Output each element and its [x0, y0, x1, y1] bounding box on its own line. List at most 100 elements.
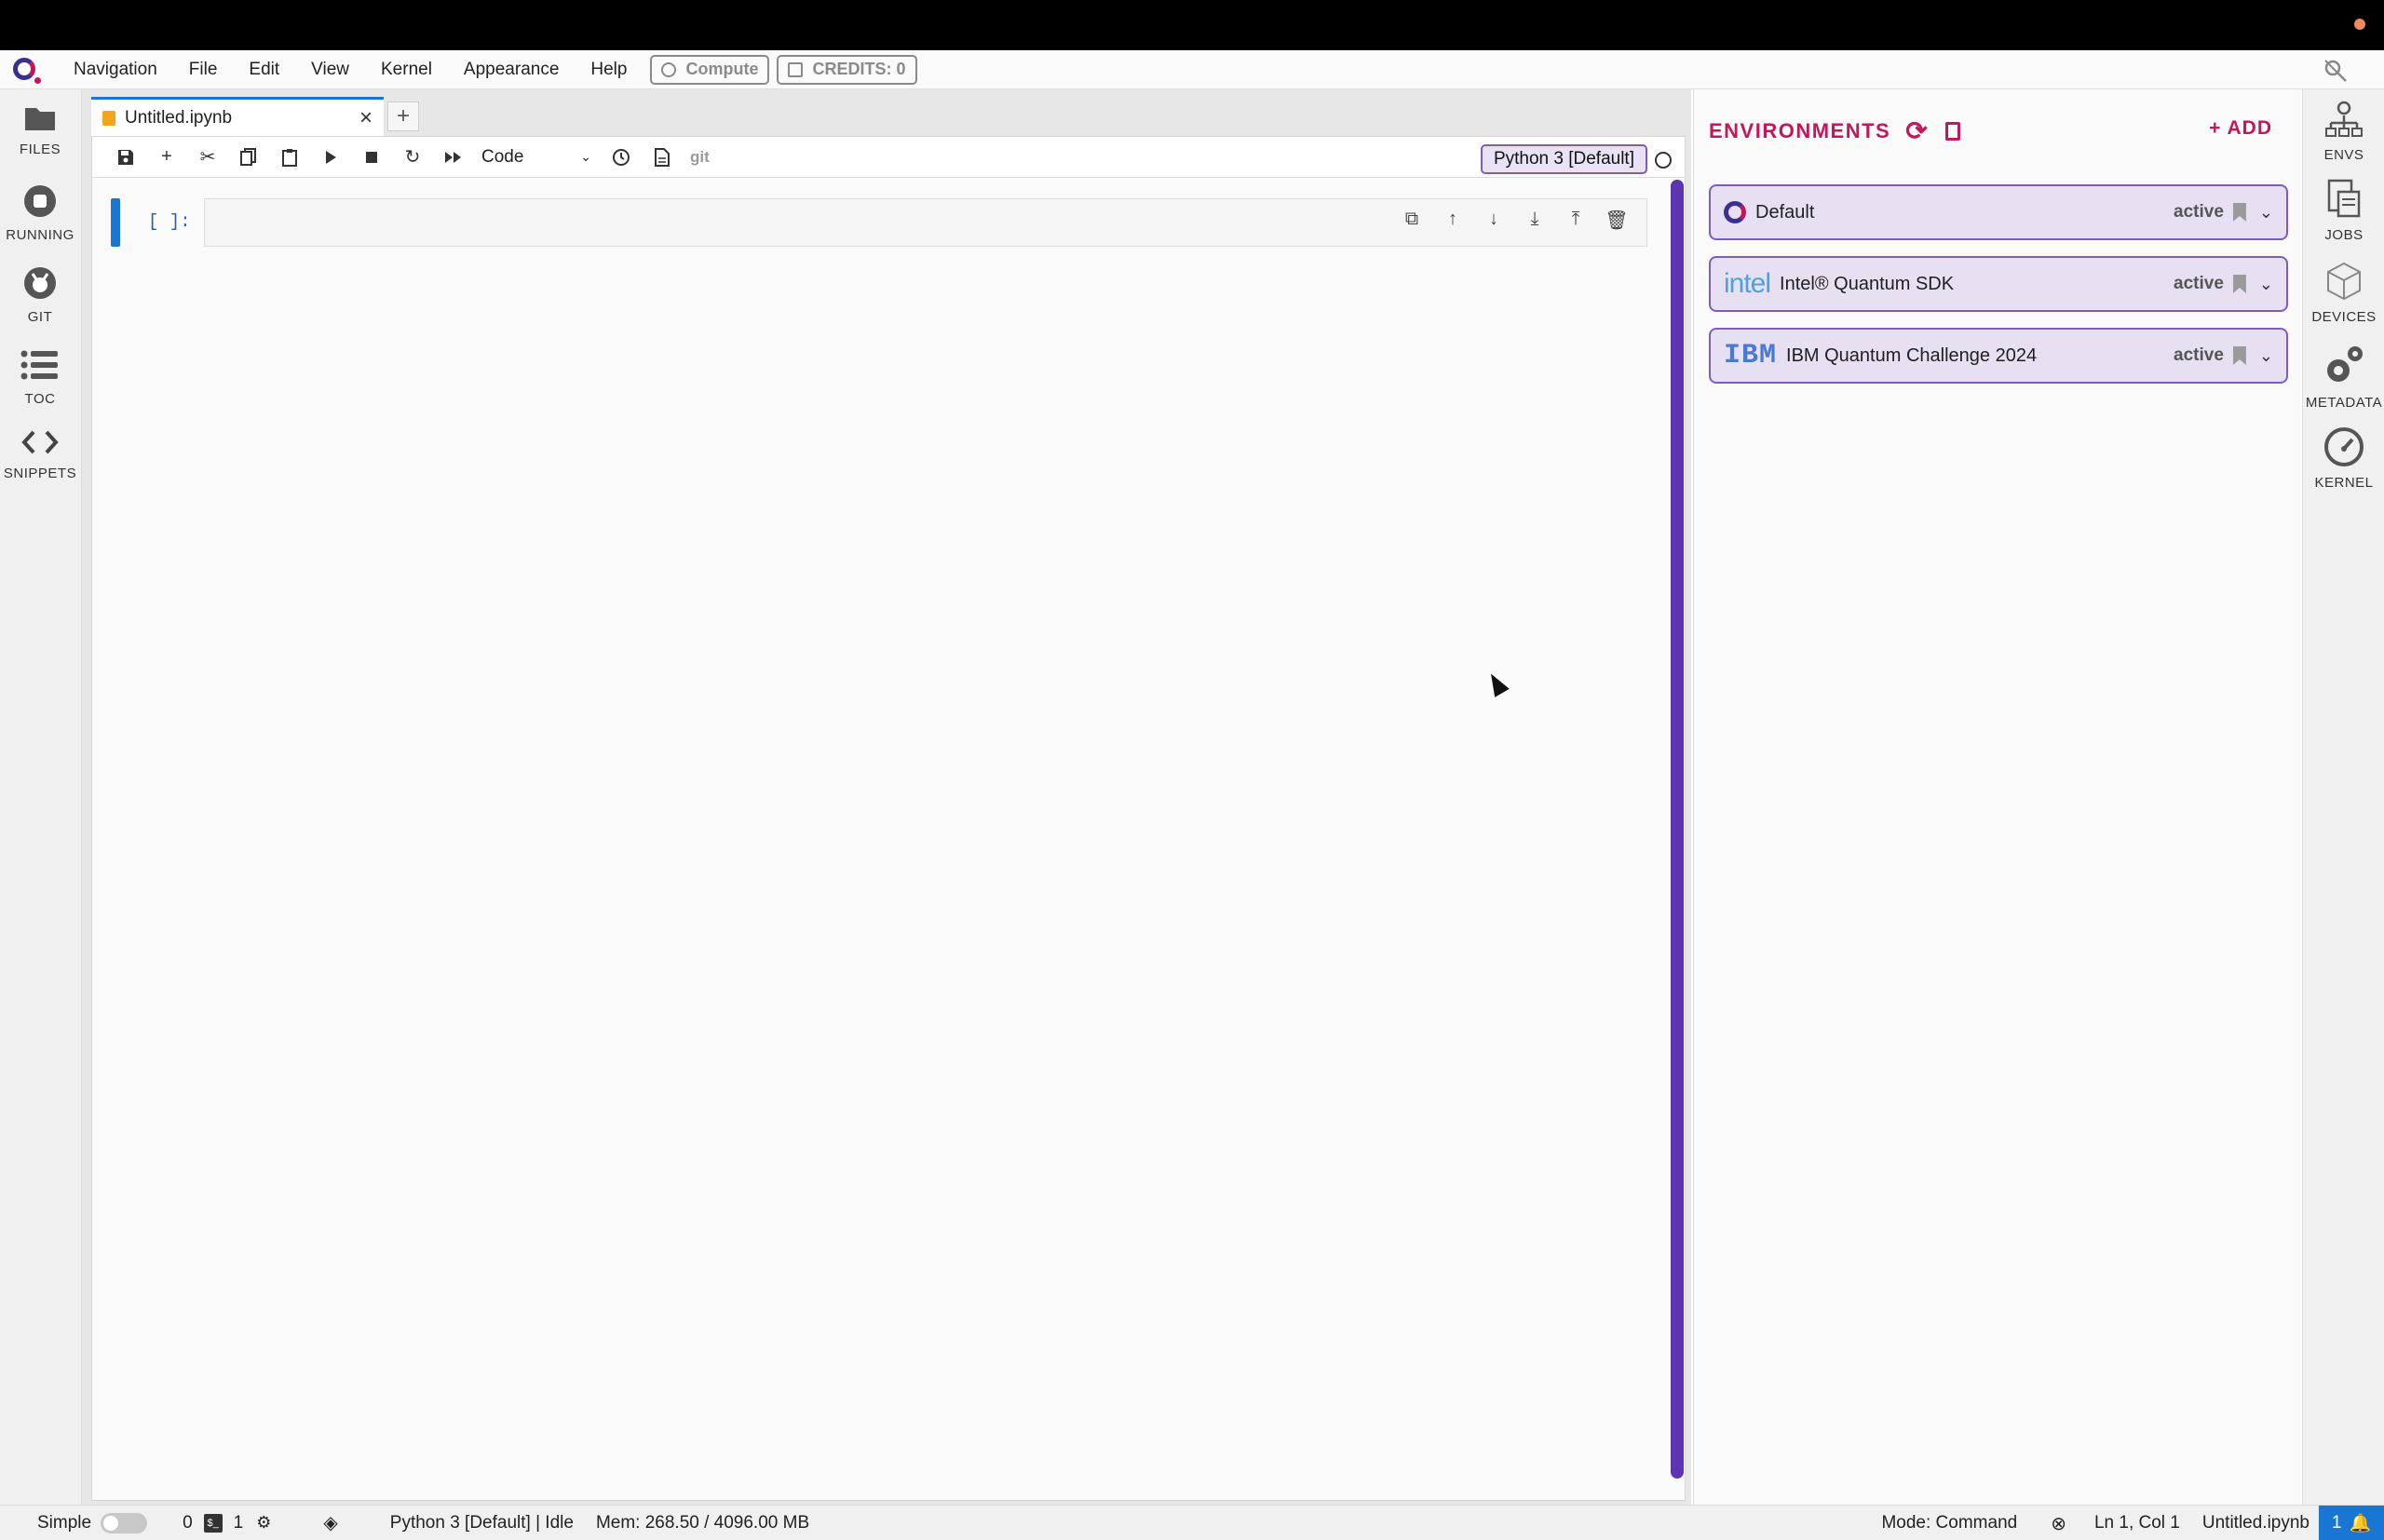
sidebar-item-envs[interactable]: ENVS — [2303, 99, 2384, 163]
sidebar-item-label: METADATA — [2305, 395, 2383, 411]
paste-icon[interactable] — [269, 139, 310, 176]
sidebar-item-kernel[interactable]: KERNEL — [2303, 426, 2384, 491]
environments-panel: ENVIRONMENTS ⟳ + ADD Default active ⌄ in… — [1693, 89, 2300, 1505]
notebook-icon — [102, 110, 115, 126]
credits-value: 0 — [896, 60, 906, 78]
terminal-count[interactable]: 0 — [183, 1513, 193, 1533]
menu-help[interactable]: Help — [575, 50, 643, 89]
envs-icon — [2325, 101, 2363, 137]
folder-icon — [25, 108, 55, 130]
fast-forward-icon[interactable] — [433, 139, 474, 176]
cell-type-select[interactable]: Code ⌄ — [481, 147, 601, 168]
credits-button[interactable]: CREDITS: 0 — [777, 54, 917, 85]
top-strip — [0, 0, 2384, 50]
bookmark-icon[interactable] — [2232, 346, 2246, 365]
sidebar-item-git[interactable]: GIT — [0, 266, 80, 325]
search-icon[interactable] — [2323, 58, 2349, 84]
git-branch-icon[interactable]: ◈ — [323, 1511, 337, 1534]
sidebar-item-snippets[interactable]: SNIPPETS — [0, 428, 80, 481]
compute-button[interactable]: Compute — [650, 54, 770, 85]
tab-untitled-notebook[interactable]: Untitled.ipynb × — [91, 97, 384, 136]
add-environment-button[interactable]: + ADD — [2209, 117, 2272, 140]
sidebar-item-jobs[interactable]: JOBS — [2303, 179, 2384, 243]
move-up-icon[interactable]: ↑ — [1432, 209, 1473, 232]
menu-kernel[interactable]: Kernel — [365, 50, 448, 89]
cube-icon — [2327, 262, 2361, 301]
environment-status: active — [2174, 345, 2224, 365]
environment-card-intel[interactable]: intel Intel® Quantum SDK active ⌄ — [1709, 256, 2288, 312]
insert-below-icon[interactable]: ⤓ — [1514, 209, 1555, 232]
close-icon[interactable]: × — [359, 105, 372, 131]
qbraid-logo-icon — [1724, 201, 1746, 223]
compute-label: Compute — [685, 60, 759, 78]
sidebar-item-label: SNIPPETS — [3, 466, 77, 481]
chevron-down-icon[interactable]: ⌄ — [2259, 275, 2273, 294]
restart-icon[interactable]: ↻ — [392, 139, 433, 176]
code-cell[interactable]: [ ]: ⧉ ↑ ↓ ⤓ ⤒ 🗑 — [111, 198, 1657, 247]
move-down-icon[interactable]: ↓ — [1473, 209, 1514, 232]
stop-circle-icon — [24, 185, 56, 217]
notifications-button[interactable]: 1 🔔 — [2319, 1506, 2384, 1540]
insert-above-icon[interactable]: ⤒ — [1555, 209, 1596, 232]
cell-input[interactable]: ⧉ ↑ ↓ ⤓ ⤒ 🗑 — [204, 198, 1647, 247]
menu-appearance[interactable]: Appearance — [448, 50, 575, 89]
cut-icon[interactable]: ✂ — [187, 139, 228, 176]
menu-view[interactable]: View — [295, 50, 365, 89]
status-bar: Simple 0 $_ 1 ⚙ ◈ Python 3 [Default] | I… — [0, 1505, 2384, 1540]
menu-edit[interactable]: Edit — [233, 50, 295, 89]
cell-prompt: [ ]: — [148, 211, 191, 232]
left-sidebar: FILES RUNNING GIT TOC SNIPPETS — [0, 89, 82, 1505]
duplicate-cell-icon[interactable]: ⧉ — [1391, 209, 1432, 232]
clock-icon[interactable] — [601, 139, 642, 176]
status-bar-right: Mode: Command ⊗ Ln 1, Col 1 Untitled.ipy… — [1881, 1506, 2384, 1540]
vertical-scrollbar[interactable] — [1671, 180, 1684, 1479]
run-icon[interactable] — [310, 139, 351, 176]
simple-mode-toggle[interactable] — [101, 1512, 148, 1533]
refresh-icon[interactable]: ⟳ — [1905, 115, 1929, 146]
docs-icon[interactable] — [1945, 121, 1961, 141]
chevron-down-icon: ⌄ — [580, 149, 591, 164]
shield-icon[interactable]: ⊗ — [2051, 1512, 2066, 1535]
kernel-status-text[interactable]: Python 3 [Default] | Idle — [390, 1513, 574, 1533]
bell-icon: 🔔 — [2349, 1514, 2372, 1533]
bookmark-icon[interactable] — [2232, 275, 2246, 293]
sidebar-item-devices[interactable]: DEVICES — [2303, 261, 2384, 325]
kernel-select-button[interactable]: Python 3 [Default] — [1480, 144, 1647, 174]
bookmark-icon[interactable] — [2232, 203, 2246, 222]
recording-dot — [2354, 19, 2365, 30]
save-icon[interactable] — [105, 139, 146, 176]
sidebar-item-running[interactable]: RUNNING — [0, 184, 80, 243]
cell-actions: ⧉ ↑ ↓ ⤓ ⤒ 🗑 — [1391, 209, 1637, 232]
sidebar-item-toc[interactable]: TOC — [0, 348, 80, 407]
environment-card-default[interactable]: Default active ⌄ — [1709, 184, 2288, 240]
qbraid-logo-icon[interactable] — [11, 56, 41, 84]
new-tab-button[interactable]: + — [387, 101, 419, 131]
sidebar-item-label: GIT — [27, 309, 53, 325]
document-icon[interactable] — [642, 139, 683, 176]
copy-icon[interactable] — [228, 139, 269, 176]
sidebar-item-metadata[interactable]: METADATA — [2303, 343, 2384, 411]
sidebar-item-files[interactable]: FILES — [0, 102, 80, 157]
delete-cell-icon[interactable]: 🗑 — [1596, 209, 1637, 232]
coin-icon — [788, 61, 804, 77]
ibm-logo-icon: IBM — [1724, 340, 1778, 371]
environment-status: active — [2174, 274, 2224, 293]
environment-card-ibm[interactable]: IBM IBM Quantum Challenge 2024 active ⌄ — [1709, 328, 2288, 384]
chevron-down-icon[interactable]: ⌄ — [2259, 203, 2273, 223]
terminal-icon: $_ — [203, 1513, 223, 1533]
menu-navigation[interactable]: Navigation — [58, 50, 173, 89]
right-sidebar: ENVS JOBS DEVICES METADATA KERNEL — [2302, 89, 2384, 1505]
sidebar-item-label: FILES — [19, 142, 61, 157]
environment-status: active — [2174, 202, 2224, 222]
cursor-position[interactable]: Ln 1, Col 1 — [2094, 1513, 2180, 1533]
mode-indicator[interactable]: Mode: Command — [1881, 1513, 2017, 1533]
sidebar-item-label: JOBS — [2324, 227, 2364, 243]
sidebar-item-label: RUNNING — [6, 227, 74, 243]
menu-file[interactable]: File — [173, 50, 234, 89]
chevron-down-icon[interactable]: ⌄ — [2259, 346, 2273, 366]
git-label[interactable]: git — [690, 148, 710, 167]
stop-icon[interactable] — [351, 139, 392, 176]
environment-name: Default — [1755, 201, 1815, 223]
add-cell-icon[interactable]: + — [146, 139, 187, 176]
kernel-count[interactable]: 1 — [234, 1513, 244, 1533]
